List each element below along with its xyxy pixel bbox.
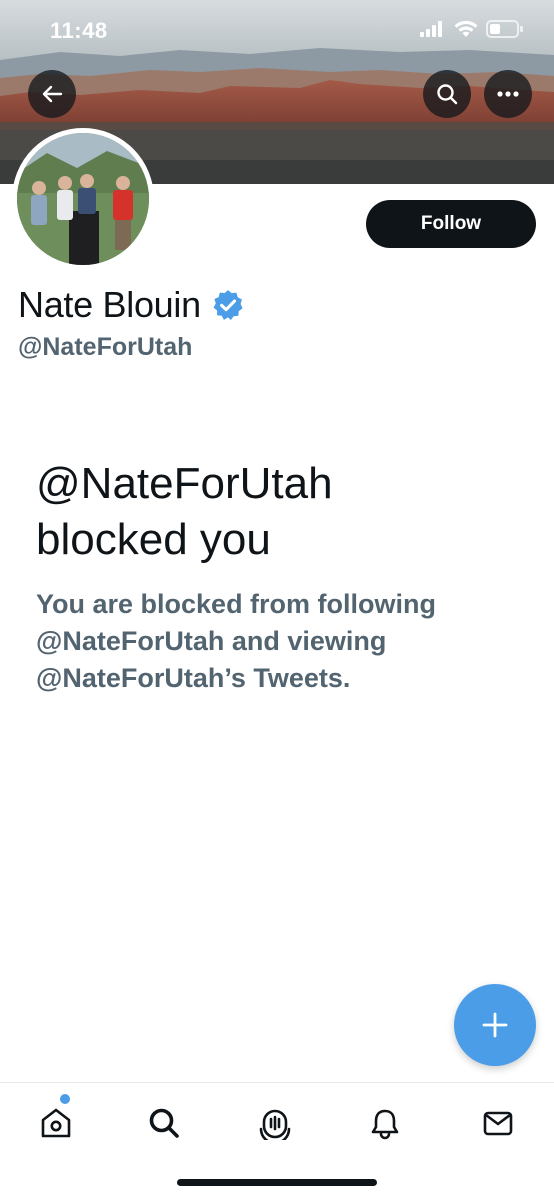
search-icon <box>149 1108 179 1138</box>
more-button[interactable] <box>484 70 532 118</box>
nav-messages[interactable] <box>476 1101 520 1145</box>
blocked-description-line: @NateForUtah’s Tweets. <box>36 663 351 693</box>
search-icon <box>437 84 458 105</box>
avatar-photo <box>17 133 149 265</box>
nav-notifications[interactable] <box>363 1101 407 1145</box>
nav-spaces[interactable] <box>253 1101 297 1145</box>
battery-icon <box>486 20 523 38</box>
back-button[interactable] <box>28 70 76 118</box>
blocked-description-line: @NateForUtah and viewing <box>36 626 387 656</box>
avatar[interactable] <box>12 128 154 270</box>
home-notification-dot <box>60 1094 70 1104</box>
home-indicator <box>177 1179 377 1186</box>
display-name: Nate Blouin <box>18 284 245 326</box>
messages-icon <box>483 1111 513 1136</box>
status-icons <box>420 20 524 38</box>
verified-badge-icon <box>213 290 243 321</box>
blocked-title-line: @NateForUtah <box>36 459 333 508</box>
home-icon <box>41 1108 71 1138</box>
search-button[interactable] <box>423 70 471 118</box>
more-icon <box>497 91 519 97</box>
nav-home[interactable] <box>34 1101 78 1145</box>
follow-button[interactable]: Follow <box>366 200 536 248</box>
status-time: 11:48 <box>50 18 108 43</box>
wifi-icon <box>454 20 478 37</box>
signal-icon <box>420 21 442 37</box>
notifications-icon <box>371 1109 399 1140</box>
blocked-description: You are blocked from following @NateForU… <box>36 586 516 697</box>
arrow-left-icon <box>42 85 63 103</box>
profile-handle: @NateForUtah <box>18 333 193 361</box>
blocked-title-line: blocked you <box>36 515 271 564</box>
spaces-icon <box>259 1109 291 1140</box>
blocked-description-line: You are blocked from following <box>36 589 437 619</box>
nav-search[interactable] <box>142 1101 186 1145</box>
status-bar: 11:48 <box>0 0 554 62</box>
plus-icon <box>482 1012 508 1038</box>
display-name-text: Nate Blouin <box>18 284 201 325</box>
blocked-title: @NateForUtah blocked you <box>36 456 496 568</box>
compose-tweet-button[interactable] <box>454 984 536 1066</box>
